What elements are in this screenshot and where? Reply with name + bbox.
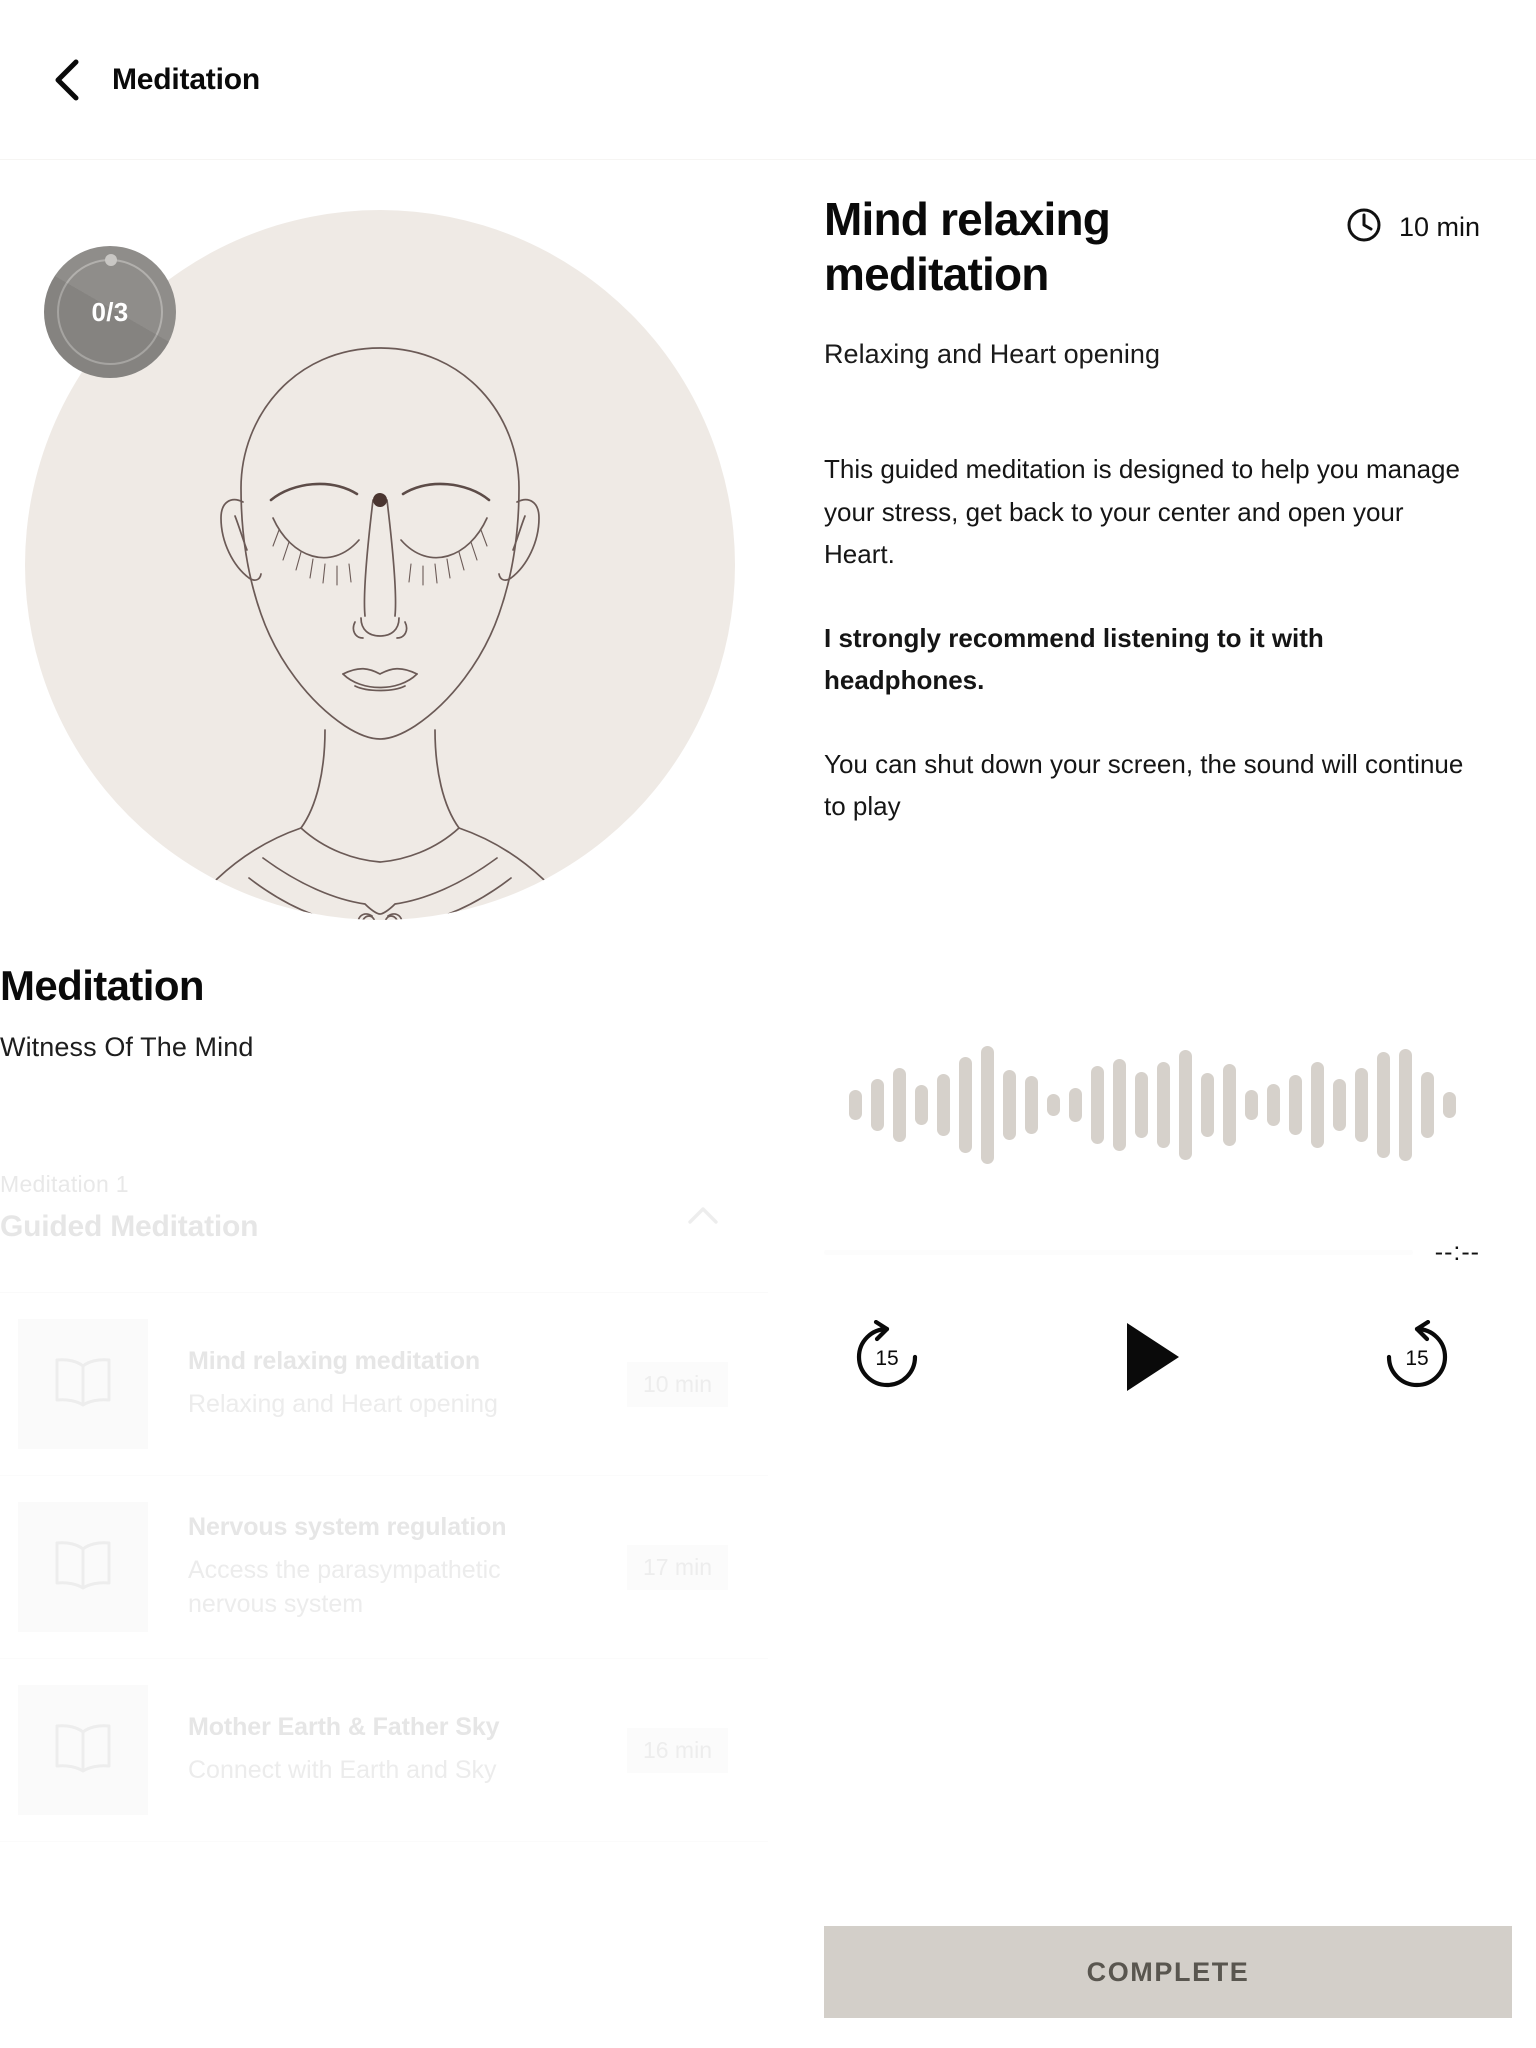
track-info: Nervous system regulation Access the par… [148, 1513, 627, 1622]
waveform-bar [958, 1057, 972, 1153]
playback-controls: 15 15 [824, 1319, 1480, 1400]
forward-15-button[interactable]: 15 [1380, 1319, 1454, 1399]
waveform-bar [1090, 1066, 1104, 1144]
progress-count: 0/3 [91, 296, 129, 327]
waveform-bar [1420, 1072, 1434, 1138]
svg-text:15: 15 [1405, 1347, 1428, 1370]
detail-panel: Mind relaxing meditation 10 min Relaxing… [768, 160, 1536, 2048]
playlist-header[interactable]: Meditation 1 Guided Meditation [0, 1171, 768, 1294]
track-title: Mother Earth & Father Sky [188, 1712, 500, 1741]
waveform-bar [1398, 1049, 1412, 1161]
track-duration: 17 min [626, 1544, 728, 1590]
track-row[interactable]: Mind relaxing meditation Relaxing and He… [0, 1293, 768, 1477]
progress-knob-icon [105, 254, 117, 266]
track-duration: 10 min [626, 1361, 728, 1407]
waveform-bar [870, 1079, 884, 1131]
play-button[interactable] [1119, 1319, 1185, 1400]
waveform-bar [1024, 1076, 1038, 1134]
playlist-kicker: Meditation 1 [0, 1171, 129, 1198]
waveform-bar [980, 1046, 994, 1164]
book-icon [51, 1720, 115, 1781]
seek-row: --:-- [824, 1238, 1480, 1267]
detail-duration: 10 min [1345, 192, 1480, 249]
waveform-bar [848, 1090, 862, 1120]
track-thumbnail [18, 1319, 148, 1450]
progress-badge[interactable]: 0/3 [44, 246, 176, 378]
track-subtitle: Relaxing and Heart opening [188, 1389, 498, 1418]
waveform-bar [914, 1085, 928, 1125]
time-remaining: --:-- [1434, 1238, 1480, 1266]
detail-paragraph-1: This guided meditation is designed to he… [824, 454, 1460, 569]
waveform-bar [1156, 1062, 1170, 1148]
waveform-bar [936, 1074, 950, 1136]
chevron-up-icon[interactable] [680, 1193, 726, 1239]
track-info: Mind relaxing meditation Relaxing and He… [148, 1347, 627, 1422]
detail-subtitle: Relaxing and Heart opening [824, 339, 1161, 370]
track-duration: 16 min [626, 1727, 728, 1773]
track-title: Mind relaxing meditation [188, 1346, 481, 1375]
waveform-bar [1288, 1075, 1302, 1135]
hero-section: 0/3 [0, 160, 768, 950]
forward-15-icon: 15 [1380, 1319, 1454, 1399]
seek-bar[interactable] [824, 1250, 1413, 1255]
playlist-title: Guided Meditation [0, 1210, 259, 1244]
waveform-bar [892, 1068, 906, 1142]
track-row[interactable]: Mother Earth & Father Sky Connect with E… [0, 1659, 768, 1843]
waveform-bar [1442, 1092, 1456, 1118]
track-subtitle: Connect with Earth and Sky [188, 1755, 497, 1784]
play-icon [1119, 1319, 1185, 1400]
waveform-bar [1046, 1094, 1060, 1116]
replay-15-icon: 15 [850, 1319, 924, 1399]
section-title: Meditation [0, 962, 205, 1009]
audio-player: --:-- 15 15 [824, 1040, 1480, 1400]
waveform-bar [1200, 1073, 1214, 1137]
detail-duration-text: 10 min [1398, 212, 1480, 242]
waveform-bar [1354, 1068, 1368, 1142]
rewind-15-button[interactable]: 15 [850, 1319, 924, 1399]
bindi-dot [373, 493, 387, 507]
book-icon [51, 1537, 115, 1598]
chevron-left-icon [50, 57, 84, 103]
detail-title-row: Mind relaxing meditation 10 min [824, 192, 1480, 301]
audio-waveform-icon [824, 1040, 1480, 1170]
complete-button[interactable]: COMPLETE [824, 1926, 1512, 2018]
back-button[interactable] [40, 53, 94, 107]
detail-title: Mind relaxing meditation [824, 193, 1111, 300]
svg-text:15: 15 [875, 1347, 898, 1370]
waveform-bar [1266, 1084, 1280, 1126]
waveform-bar [1376, 1052, 1390, 1158]
detail-description: This guided meditation is designed to he… [824, 448, 1480, 827]
detail-paragraph-3: You can shut down your screen, the sound… [824, 749, 1464, 822]
playlist-group: Meditation 1 Guided Meditation Mind rela… [0, 1171, 768, 1843]
meditation-detail-screen: Meditation 0/3 Meditation Witness Of The… [0, 0, 1536, 2048]
track-thumbnail [18, 1685, 148, 1816]
track-row[interactable]: Nervous system regulation Access the par… [0, 1476, 768, 1660]
waveform-bar [1134, 1072, 1148, 1138]
section-subtitle: Witness Of The Mind [0, 1032, 254, 1063]
waveform-bar [1068, 1088, 1082, 1122]
track-info: Mother Earth & Father Sky Connect with E… [148, 1713, 627, 1788]
detail-paragraph-2: I strongly recommend listening to it wit… [824, 622, 1324, 695]
waveform-bar [1244, 1090, 1258, 1120]
app-header: Meditation [0, 0, 1536, 160]
track-title: Nervous system regulation [188, 1512, 507, 1541]
page-title: Meditation [112, 62, 260, 96]
clock-icon [1345, 206, 1383, 249]
waveform-bar [1222, 1064, 1236, 1146]
waveform-bar [1112, 1059, 1126, 1151]
book-icon [51, 1354, 115, 1415]
waveform-bar [1002, 1070, 1016, 1140]
waveform-bar [1332, 1079, 1346, 1131]
left-panel: 0/3 Meditation Witness Of The Mind Medit… [0, 160, 768, 2048]
meditation-section-header: Meditation Witness Of The Mind [0, 962, 768, 1063]
waveform-bar [1310, 1062, 1324, 1148]
waveform-bar [1178, 1050, 1192, 1160]
track-thumbnail [18, 1502, 148, 1633]
track-subtitle: Access the parasympathetic nervous syste… [188, 1555, 501, 1618]
